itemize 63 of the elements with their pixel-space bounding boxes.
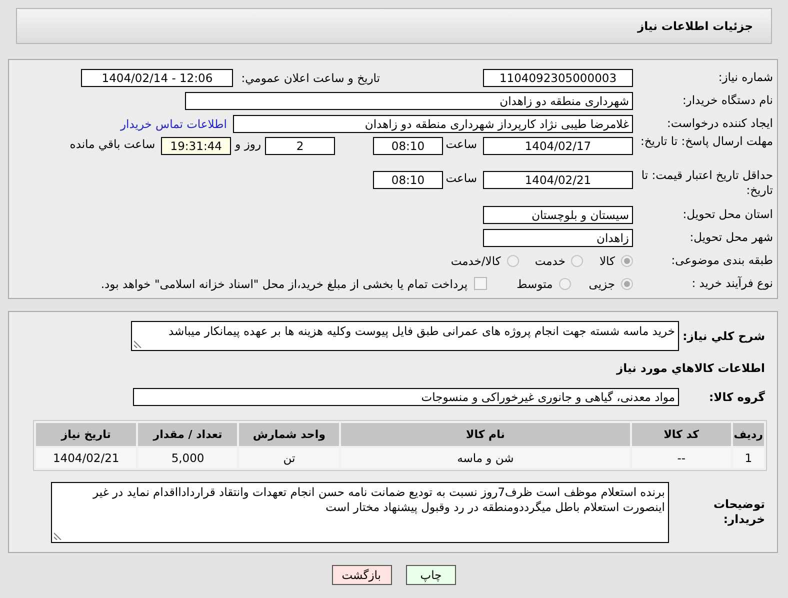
resize-grip-icon[interactable] — [54, 532, 62, 540]
page-title: جزئیات اطلاعات نیاز — [637, 19, 753, 33]
field-label: مهلت ارسال پاسخ: تا تاریخ: — [639, 134, 773, 149]
input-field[interactable]: شهرداری منطقه دو زاهدان — [185, 92, 633, 110]
field-label: حداقل تاریخ اعتبار قیمت: تا تاریخ: — [640, 168, 773, 198]
field-label: استان محل تحویل: — [682, 207, 773, 222]
input-field[interactable]: 2 — [265, 137, 335, 155]
column-header: واحد شمارش — [239, 423, 339, 446]
table-cell: تن — [239, 448, 339, 468]
field-label: گروه کالا: — [708, 390, 765, 404]
column-header: ردیف — [732, 423, 764, 446]
input-field[interactable]: مواد معدنی، گیاهی و جانوری غیرخوراکی و منسوجات — [133, 388, 679, 406]
input-field[interactable]: سیستان و بلوچستان — [483, 206, 633, 224]
field-label: نام دستگاه خریدار: — [681, 93, 773, 108]
table-cell: 5,000 — [138, 448, 238, 468]
column-header: تاریخ نیاز — [36, 423, 136, 446]
input-field[interactable]: 1404/02/17 — [483, 137, 633, 155]
input-field[interactable]: 1404/02/21 — [483, 171, 633, 189]
table-cell: -- — [632, 448, 731, 468]
description-field[interactable]: خرید ماسه شسته جهت انجام پروژه های عمرانی طبق فایل پیوست وکلیه هزینه ها بر عهده پیمانکار میباشد — [131, 321, 679, 351]
resize-grip-icon[interactable] — [134, 340, 142, 348]
field-label: شماره نیاز: — [717, 70, 773, 85]
field-label: شرح کلي نياز: — [682, 328, 765, 344]
remaining-time-field: 19:31:44 — [161, 137, 232, 155]
field-label: شهر محل تحویل: — [688, 230, 773, 245]
print-button[interactable]: چاپ — [406, 565, 456, 585]
column-header: نام کالا — [340, 423, 630, 446]
section-title: اطلاعات کالاهاي مورد نياز — [616, 361, 765, 375]
table-cell: 1 — [732, 448, 764, 468]
radio-button[interactable] — [506, 254, 519, 266]
input-field[interactable]: 1404/02/14 - 12:06 — [81, 68, 234, 86]
contact-link[interactable]: اطلاعات تماس خریدار — [120, 116, 227, 130]
checkbox[interactable] — [474, 277, 487, 290]
field-label: نوع فرآیند خرید : — [690, 276, 773, 291]
radio-button[interactable] — [621, 278, 633, 290]
input-field[interactable]: 08:10 — [373, 137, 443, 155]
table-cell: 1404/02/21 — [36, 448, 136, 468]
field-label: طبقه بندی موضوعی: — [670, 253, 773, 268]
option-label: جزیی — [588, 276, 615, 290]
input-field[interactable]: زاهدان — [483, 228, 633, 246]
option-label: خدمت — [534, 254, 566, 268]
radio-button[interactable] — [571, 254, 584, 266]
option-label: متوسط — [516, 276, 553, 290]
field-label: ساعت باقي مانده — [70, 137, 156, 151]
field-label: تاریخ و ساعت اعلان عمومي: — [241, 70, 380, 84]
column-header: تعداد / مقدار — [138, 423, 238, 446]
notes-field[interactable]: برنده استعلام موظف است ظرف7روز نسبت به تودیع ضمانت نامه حسن انجام تعهدات وانتقاد قراردادااقدام نماید در غیر اینصورت استعلام باطل میگرددومنطقه در رد وقبول پیشنهاد مختار است — [51, 482, 669, 542]
field-label: توضیحات خریدار: — [712, 497, 765, 527]
radio-button[interactable] — [621, 254, 633, 266]
field-label: ایجاد کننده درخواست: — [666, 116, 773, 131]
field-label: ساعت — [444, 171, 477, 185]
checkbox-label: پرداخت تمام یا بخشی از مبلغ خرید،از محل "اسناد خزانه اسلامی" خواهد بود. — [100, 276, 468, 290]
option-label: کالا — [599, 254, 615, 268]
field-label: ساعت — [444, 137, 477, 151]
input-field[interactable]: 1104092305000003 — [483, 68, 633, 86]
option-label: کالا/خدمت — [450, 254, 501, 268]
back-button[interactable]: بازگشت — [332, 565, 392, 585]
radio-button[interactable] — [558, 278, 571, 290]
table-cell: شن و ماسه — [340, 448, 630, 468]
field-label: روز و — [235, 137, 261, 151]
input-field[interactable]: غلامرضا طیبی نژاد کارپرداز شهرداری منطقه دو زاهدان — [233, 114, 633, 132]
column-header: کد کالا — [632, 423, 731, 446]
input-field[interactable]: 08:10 — [373, 171, 443, 189]
